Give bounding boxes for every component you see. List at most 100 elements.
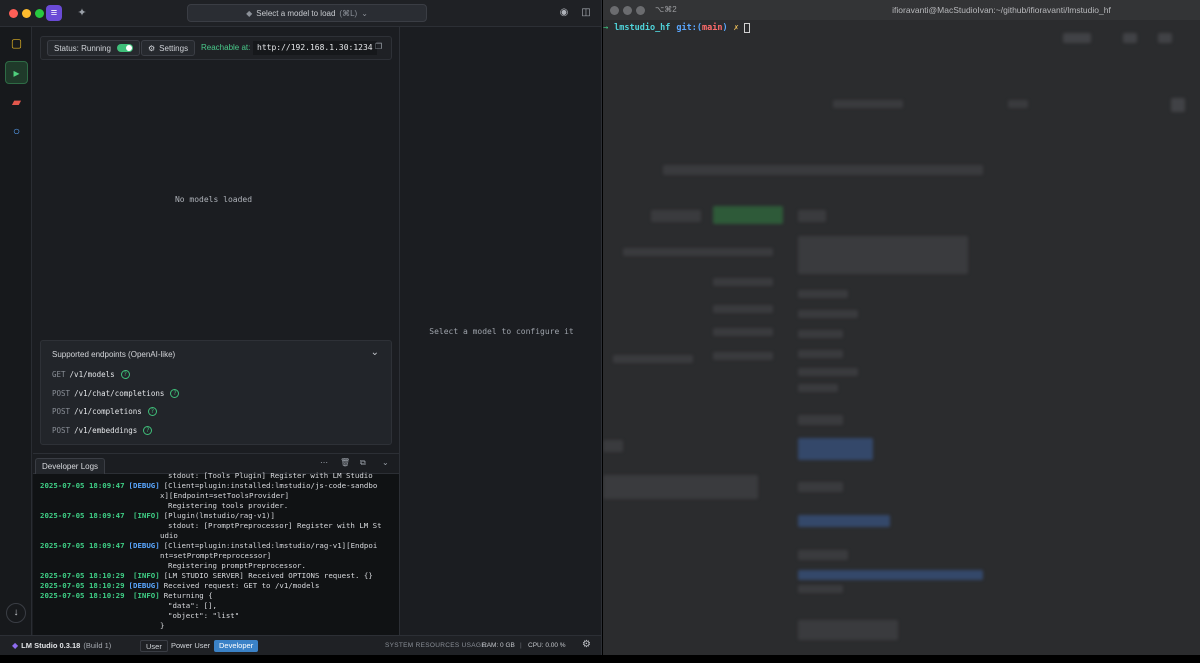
blurred-background [798, 350, 843, 358]
log-line: Registering tools provider. [40, 501, 396, 511]
log-timestamp: 2025-07-05 18:09:47 [40, 481, 125, 490]
prompt-directory: lmstudio_hf [614, 23, 671, 33]
model-selector-label: Select a model to load [256, 8, 336, 18]
app-build: (Build 1) [83, 641, 112, 650]
lmstudio-brand-icon: ◆ [12, 641, 19, 650]
chevron-down-icon[interactable]: ⌄ [371, 347, 379, 358]
logs-output[interactable]: stdout: [Tools Plugin] Register with LM … [40, 471, 396, 629]
log-timestamp: 2025-07-05 18:10:29 [40, 571, 125, 580]
help-icon[interactable]: ? [120, 370, 130, 379]
popout-icon[interactable]: ⧉ [360, 458, 366, 468]
maximize-window-button[interactable] [35, 9, 44, 18]
discover-search-icon[interactable]: ○ [5, 120, 28, 143]
log-line: "object": "list" [40, 611, 396, 621]
log-message: udio [160, 531, 178, 540]
blurred-background [798, 368, 858, 376]
blurred-background [798, 515, 890, 527]
app-version: ◆ LM Studio 0.3.18 (Build 1) [12, 641, 111, 650]
no-models-message: No models loaded [174, 195, 253, 204]
trash-icon[interactable]: 🗑 [340, 458, 350, 467]
blurred-background [798, 415, 843, 425]
terminal-title: ifioravanti@MacStudioIvan:~/github/ifior… [892, 5, 1111, 15]
endpoint-path: /v1/embeddings [74, 426, 138, 435]
my-models-folder-icon[interactable]: ▰ [5, 91, 28, 114]
mode-power-user-button[interactable]: Power User [166, 640, 215, 652]
blurred-background [603, 440, 623, 452]
model-load-icon: ◆ [246, 8, 253, 18]
blurred-background [798, 620, 898, 640]
log-line: 2025-07-05 18:10:29 [DEBUG] Received reque… [40, 581, 396, 591]
blurred-background [798, 290, 848, 298]
minimize-window-button[interactable] [22, 9, 31, 18]
lmstudio-window: ≡ ✦ ◆ Select a model to load (⌘L) ⌄ ◉ ◫ … [0, 0, 602, 655]
developer-logs-panel: Developer Logs ⋯ 🗑 ⧉ ⌄ stdout: [Tools Pl… [33, 453, 399, 635]
server-status-toggle[interactable]: Status: Running [47, 40, 140, 56]
prompt-dirty-marker: ✗ [733, 23, 739, 33]
downloads-icon[interactable]: ↓ [6, 603, 26, 623]
app-name: LM Studio 0.3.18 [21, 641, 81, 650]
server-url[interactable]: http://192.168.1.30:1234 [253, 41, 377, 55]
blurred-background [798, 570, 983, 580]
chat-icon[interactable]: ▢ [5, 32, 28, 55]
supported-endpoints-panel: Supported endpoints (OpenAI-like) ⌄ GET … [40, 340, 392, 445]
log-line: } [40, 621, 396, 629]
settings-label: Settings [159, 43, 189, 53]
endpoint-method: POST [52, 389, 71, 398]
magic-wand-icon[interactable]: ✦ [74, 5, 90, 21]
help-icon[interactable]: ? [170, 389, 180, 398]
log-message: nt=setPromptPreprocessor] [160, 551, 272, 560]
developer-terminal-icon[interactable]: ▸ [5, 61, 28, 84]
endpoint-method: POST [52, 407, 71, 416]
endpoint-path: /v1/completions [74, 407, 142, 416]
log-level: [INFO] [128, 591, 160, 600]
help-icon[interactable]: ? [143, 426, 153, 435]
log-line: nt=setPromptPreprocessor] [40, 551, 396, 561]
blurred-background [798, 330, 843, 338]
endpoint-row: POST /v1/embeddings ? [52, 426, 153, 435]
prompt-branch: main [702, 23, 723, 33]
left-sidebar: ▢ ▸ ▰ ○ ↓ [0, 27, 32, 635]
gear-icon[interactable]: ⚙ [582, 639, 591, 650]
prompt-arrow: → [603, 23, 609, 33]
blurred-background [1123, 33, 1137, 43]
log-line: Registering promptPreprocessor. [40, 561, 396, 571]
status-switch[interactable] [116, 44, 133, 52]
blurred-background [713, 305, 773, 313]
blurred-background [603, 475, 758, 499]
log-message: } [160, 621, 165, 629]
terminal-prompt[interactable]: → lmstudio_hf git:(main) ✗ [603, 23, 750, 33]
blurred-background [713, 352, 773, 360]
blurred-background [798, 236, 968, 274]
endpoints-title: Supported endpoints (OpenAI-like) [52, 350, 176, 359]
more-options-icon[interactable]: ⋯ [320, 458, 328, 467]
log-timestamp: 2025-07-05 18:09:47 [40, 511, 125, 520]
server-status-label: Status: Running [54, 43, 111, 53]
log-level: [DEBUG] [128, 581, 160, 590]
reachable-label: Reachable at: [201, 43, 251, 52]
log-level: [DEBUG] [128, 541, 160, 550]
help-icon[interactable]: ? [147, 407, 157, 416]
log-level: [INFO] [128, 511, 160, 520]
discord-icon[interactable]: ◉ [556, 5, 572, 21]
log-timestamp: 2025-07-05 18:09:47 [40, 541, 125, 550]
log-timestamp: 2025-07-05 18:10:29 [40, 591, 125, 600]
log-line: stdout: [Tools Plugin] Register with LM … [40, 471, 396, 481]
split-layout-icon[interactable]: ◫ [578, 5, 594, 21]
log-message: "data": [], [168, 601, 217, 610]
prompt-git-close: ) [722, 23, 728, 33]
chevron-down-icon[interactable]: ⌄ [382, 458, 389, 467]
copy-icon[interactable]: ❐ [375, 42, 382, 51]
lmstudio-logo-icon: ≡ [46, 5, 62, 21]
blurred-background [663, 165, 983, 175]
log-message: [Client=plugin:installed:lmstudio/rag-v1… [163, 541, 378, 550]
terminal-cursor [743, 23, 750, 33]
close-window-button[interactable] [9, 9, 18, 18]
model-selector[interactable]: ◆ Select a model to load (⌘L) ⌄ [187, 4, 427, 22]
mode-user-button[interactable]: User [140, 640, 168, 652]
log-level: [INFO] [128, 571, 160, 580]
server-settings-button[interactable]: ⚙ Settings [141, 40, 196, 56]
blurred-background [798, 384, 838, 392]
mode-developer-button[interactable]: Developer [214, 640, 259, 652]
blurred-background [798, 550, 848, 560]
log-message: stdout: [PromptPreprocessor] Register wi… [168, 521, 382, 530]
